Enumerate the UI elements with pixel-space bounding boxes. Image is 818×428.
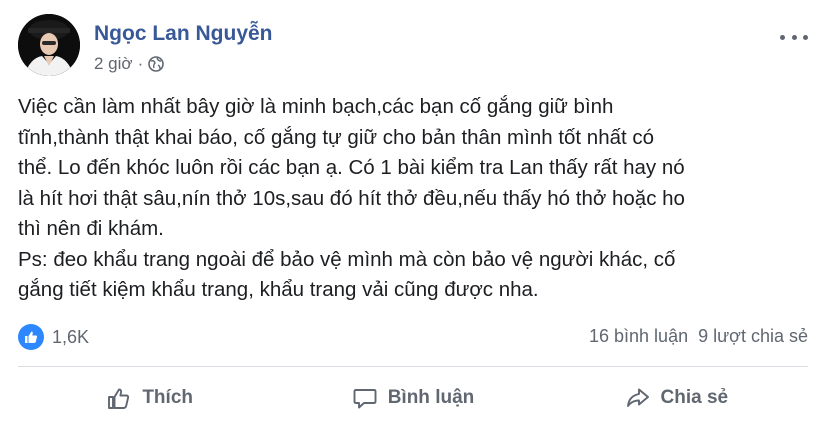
post-body-line: thể. Lo đến khóc luôn rồi các bạn ạ. Có … xyxy=(18,156,685,179)
post-body-line: gắng tiết kiệm khẩu trang, khẩu trang vả… xyxy=(18,278,539,301)
comment-label: Bình luận xyxy=(387,387,475,408)
post-time[interactable]: 2 giờ xyxy=(94,54,133,74)
share-label: Chia sẻ xyxy=(660,387,729,408)
reaction-count: 1,6K xyxy=(52,326,90,347)
like-label: Thích xyxy=(142,387,193,408)
share-button[interactable]: Chia sẻ xyxy=(545,372,808,424)
comment-icon xyxy=(353,389,377,409)
engagement-counts: 16 bình luận 9 lượt chia sẻ xyxy=(589,326,808,347)
post-body-line: Việc cần làm nhất bây giờ là minh bạch,c… xyxy=(18,95,614,118)
post-stats: 1,6K 16 bình luận 9 lượt chia sẻ xyxy=(18,322,808,352)
divider xyxy=(18,366,808,367)
post-body-line: thì nên đi khám. xyxy=(18,217,164,240)
like-icon xyxy=(18,324,44,350)
post-body-line: Ps: đeo khẩu trang ngoài để bảo vệ mình … xyxy=(18,247,676,271)
post-header: Ngọc Lan Nguyễn 2 giờ · xyxy=(18,14,808,78)
reactions-summary[interactable]: 1,6K xyxy=(18,324,89,350)
meta-separator: · xyxy=(137,54,144,73)
comment-button[interactable]: Bình luận xyxy=(281,372,544,424)
post-body-line: tĩnh,thành thật khai báo, cố gắng tự giữ… xyxy=(18,125,655,149)
post-actions: Thích Bình luận Chia sẻ xyxy=(18,372,808,424)
thumbs-up-icon xyxy=(108,388,130,409)
more-icon-dot xyxy=(791,34,797,40)
post-body-line: là hít hơi thật sâu,nín thở 10s,sau đó h… xyxy=(18,186,685,210)
post-meta: 2 giờ · xyxy=(94,54,165,74)
globe-icon[interactable] xyxy=(148,56,165,72)
share-icon xyxy=(626,388,649,407)
more-icon xyxy=(780,34,785,40)
more-icon-dot xyxy=(803,34,808,40)
like-button[interactable]: Thích xyxy=(18,372,281,424)
author-name[interactable]: Ngọc Lan Nguyễn xyxy=(94,22,273,46)
share-count[interactable]: 9 lượt chia sẻ xyxy=(698,326,808,347)
facebook-post: Ngọc Lan Nguyễn 2 giờ · Việc cần làm nhấ… xyxy=(0,0,818,428)
avatar[interactable] xyxy=(18,14,80,76)
post-body: Việc cần làm nhất bây giờ là minh bạch,c… xyxy=(18,92,808,306)
more-options-button[interactable] xyxy=(780,28,808,46)
comment-count[interactable]: 16 bình luận xyxy=(589,326,688,347)
